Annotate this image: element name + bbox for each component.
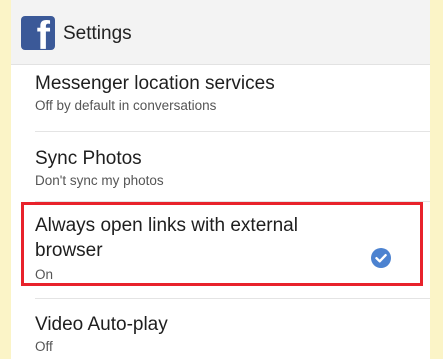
setting-video-autoplay[interactable]: Video Auto-play Off [11, 298, 430, 359]
logo-letter: f [36, 16, 50, 50]
page-title: Settings [63, 23, 132, 44]
setting-subtitle: Don't sync my photos [35, 173, 164, 188]
divider [35, 298, 430, 299]
setting-subtitle: Off by default in conversations [35, 98, 217, 113]
setting-sync-photos[interactable]: Sync Photos Don't sync my photos [11, 132, 430, 202]
setting-title: Video Auto-play [35, 314, 168, 335]
setting-title: Messenger location services [35, 73, 275, 94]
setting-title: Sync Photos [35, 148, 142, 169]
action-bar: f Settings [11, 0, 430, 65]
setting-messenger-location[interactable]: Messenger location services Off by defau… [11, 64, 430, 132]
settings-screen: f Settings Messenger location services O… [11, 0, 430, 359]
highlight-box [21, 202, 423, 286]
facebook-logo-icon[interactable]: f [21, 16, 55, 50]
setting-subtitle: Off [35, 339, 53, 354]
